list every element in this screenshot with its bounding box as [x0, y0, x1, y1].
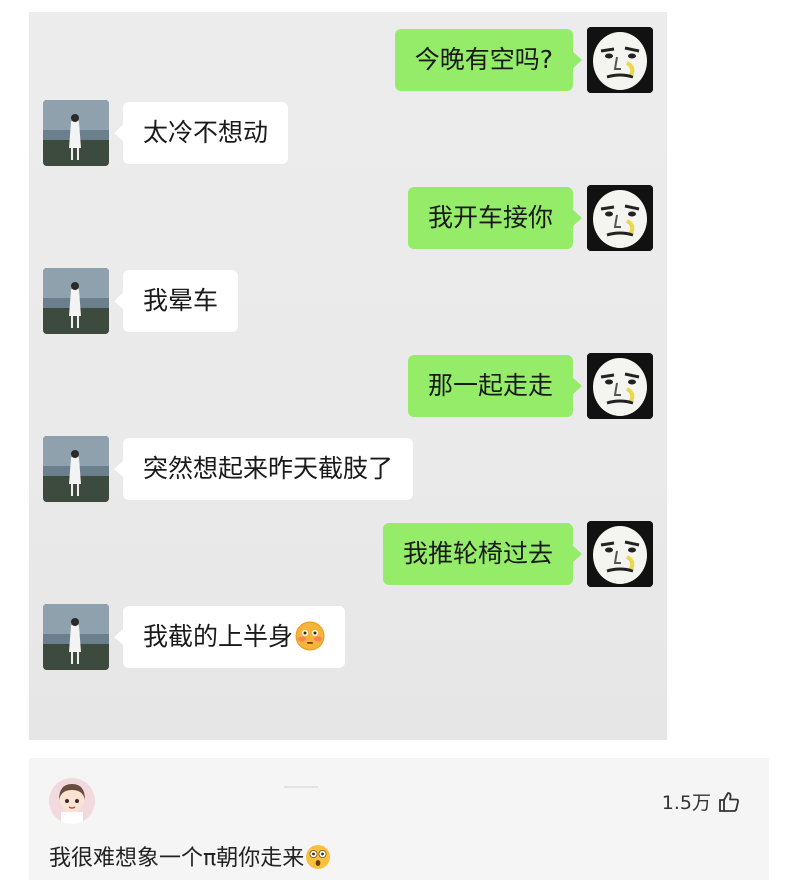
- received-bubble: 我截的上半身: [113, 606, 346, 668]
- thumbs-up-icon: [719, 791, 739, 812]
- message-row-received: 太冷不想动: [43, 100, 289, 166]
- girl-avatar: [43, 100, 109, 166]
- girl-photo-icon: [43, 268, 109, 334]
- message-row-sent: 我开车接你: [407, 185, 653, 251]
- comment-text: 我很难想象一个π朝你走来: [49, 846, 305, 871]
- message-row-received: 我晕车: [43, 268, 239, 334]
- received-bubble: 突然想起来昨天截肢了: [113, 438, 414, 500]
- meme-face-icon: [587, 353, 653, 419]
- meme-face-avatar: [587, 185, 653, 251]
- girl-avatar: [43, 268, 109, 334]
- cartoon-girl-avatar-icon: [49, 778, 95, 824]
- commenter-avatar[interactable]: [49, 778, 95, 824]
- message-row-sent: 我推轮椅过去: [382, 521, 653, 587]
- like-count: 1.5万: [661, 792, 711, 814]
- sent-bubble: 今晚有空吗?: [394, 29, 583, 91]
- meme-face-icon: [587, 521, 653, 587]
- message-row-sent: 今晚有空吗?: [394, 27, 653, 93]
- message-text: 我截的上半身: [143, 622, 294, 651]
- meme-face-avatar: [587, 521, 653, 587]
- astonished-face-emoji-icon: [306, 845, 331, 869]
- girl-avatar: [43, 604, 109, 670]
- received-bubble: 太冷不想动: [113, 102, 289, 164]
- sent-bubble: 我推轮椅过去: [382, 523, 583, 585]
- comment-body: 我很难想象一个π朝你走来: [49, 840, 331, 872]
- girl-photo-icon: [43, 436, 109, 502]
- comment-card: 1.5万 我很难想象一个π朝你走来: [29, 758, 769, 880]
- received-bubble: 我晕车: [113, 270, 239, 332]
- message-row-sent: 那一起走走: [407, 353, 653, 419]
- chat-screenshot: 今晚有空吗? 太冷不想动 我开车接你 我晕车 那一起走走 突然想起来昨天截肢了 …: [29, 12, 667, 740]
- meme-face-avatar: [587, 27, 653, 93]
- meme-face-icon: [587, 27, 653, 93]
- meme-face-avatar: [587, 353, 653, 419]
- girl-avatar: [43, 436, 109, 502]
- flushed-face-emoji-icon: [295, 621, 325, 651]
- sent-bubble: 我开车接你: [407, 187, 583, 249]
- message-row-received: 突然想起来昨天截肢了: [43, 436, 414, 502]
- meme-face-icon: [587, 185, 653, 251]
- message-row-received: 我截的上半身: [43, 604, 346, 670]
- sent-bubble: 那一起走走: [407, 355, 583, 417]
- girl-photo-icon: [43, 604, 109, 670]
- divider: [284, 786, 318, 788]
- like-button[interactable]: 1.5万: [662, 788, 741, 815]
- girl-photo-icon: [43, 100, 109, 166]
